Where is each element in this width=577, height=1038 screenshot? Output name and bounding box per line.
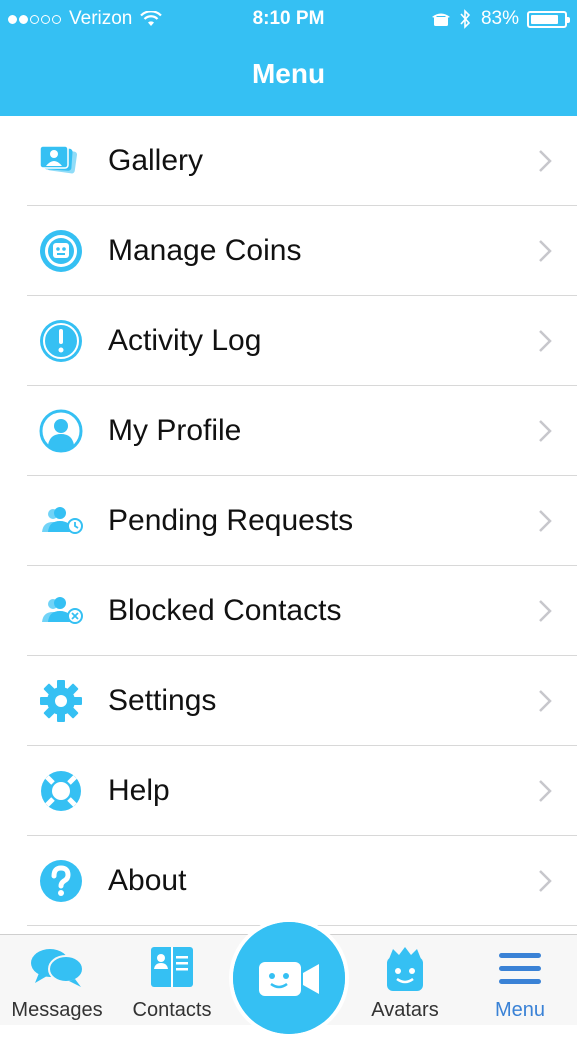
menu-item-pending-requests[interactable]: Pending Requests — [0, 476, 577, 566]
chat-bubbles-icon — [31, 949, 84, 987]
menu-item-activity-log[interactable]: Activity Log — [0, 296, 577, 386]
blocked-contacts-icon — [42, 597, 83, 624]
pending-requests-icon — [42, 507, 83, 534]
menu-item-label: Activity Log — [108, 324, 262, 357]
video-call-button[interactable] — [229, 918, 349, 1038]
tab-contacts[interactable]: Contacts — [115, 935, 229, 1025]
tab-label: Contacts — [132, 999, 212, 1021]
chevron-right-icon — [539, 600, 552, 622]
battery-icon — [527, 10, 570, 28]
menu-item-label: Blocked Contacts — [108, 594, 342, 627]
menu-item-label: Gallery — [108, 144, 204, 177]
chevron-right-icon — [539, 690, 552, 712]
gear-icon — [40, 680, 82, 722]
hamburger-icon — [499, 953, 541, 984]
menu-item-label: Manage Coins — [108, 234, 302, 267]
video-camera-icon — [259, 962, 319, 996]
menu-item-manage-coins[interactable]: Manage Coins — [0, 206, 577, 296]
tab-label: Messages — [11, 999, 103, 1021]
menu-item-settings[interactable]: Settings — [0, 656, 577, 746]
battery-percent: 83% — [480, 8, 519, 29]
gallery-icon — [39, 145, 78, 174]
menu-item-about[interactable]: About — [0, 836, 577, 926]
avatar-face-icon — [387, 947, 423, 991]
tab-messages[interactable]: Messages — [0, 935, 114, 1025]
video-call-button-inner — [233, 922, 345, 1034]
chevron-right-icon — [539, 240, 552, 262]
phone-icon — [431, 13, 450, 26]
coins-icon — [40, 230, 82, 272]
menu-item-label: Settings — [108, 684, 217, 717]
menu-item-gallery[interactable]: Gallery — [0, 116, 577, 206]
chevron-right-icon — [539, 780, 552, 802]
status-bar: Verizon 8:10 PM 83% — [0, 0, 577, 38]
tab-label: Avatars — [371, 999, 439, 1021]
tab-avatars[interactable]: Avatars — [348, 935, 462, 1025]
question-icon — [40, 860, 82, 902]
menu-item-label: About — [108, 864, 187, 897]
lifebuoy-icon — [41, 771, 81, 811]
menu-item-blocked-contacts[interactable]: Blocked Contacts — [0, 566, 577, 656]
alert-icon — [40, 320, 82, 362]
bluetooth-icon — [460, 9, 471, 29]
menu-item-my-profile[interactable]: My Profile — [0, 386, 577, 476]
chevron-right-icon — [539, 510, 552, 532]
profile-icon — [39, 409, 83, 453]
battery-fill — [531, 14, 558, 24]
status-right: 83% — [431, 8, 570, 30]
tab-label: Menu — [494, 999, 546, 1021]
header-bar: Verizon 8:10 PM 83% Menu — [0, 0, 577, 116]
menu-item-label: Help — [108, 774, 170, 807]
chevron-right-icon — [539, 420, 552, 442]
chevron-right-icon — [539, 330, 552, 352]
menu-item-label: Pending Requests — [108, 504, 354, 537]
chevron-right-icon — [539, 150, 552, 172]
menu-list: Gallery Manage Coins Activity Log My Pro… — [0, 116, 577, 926]
contacts-book-icon — [151, 947, 193, 987]
tab-menu[interactable]: Menu — [463, 935, 577, 1025]
menu-item-help[interactable]: Help — [0, 746, 577, 836]
chevron-right-icon — [539, 870, 552, 892]
menu-item-label: My Profile — [108, 414, 242, 447]
page-title: Menu — [251, 58, 326, 89]
